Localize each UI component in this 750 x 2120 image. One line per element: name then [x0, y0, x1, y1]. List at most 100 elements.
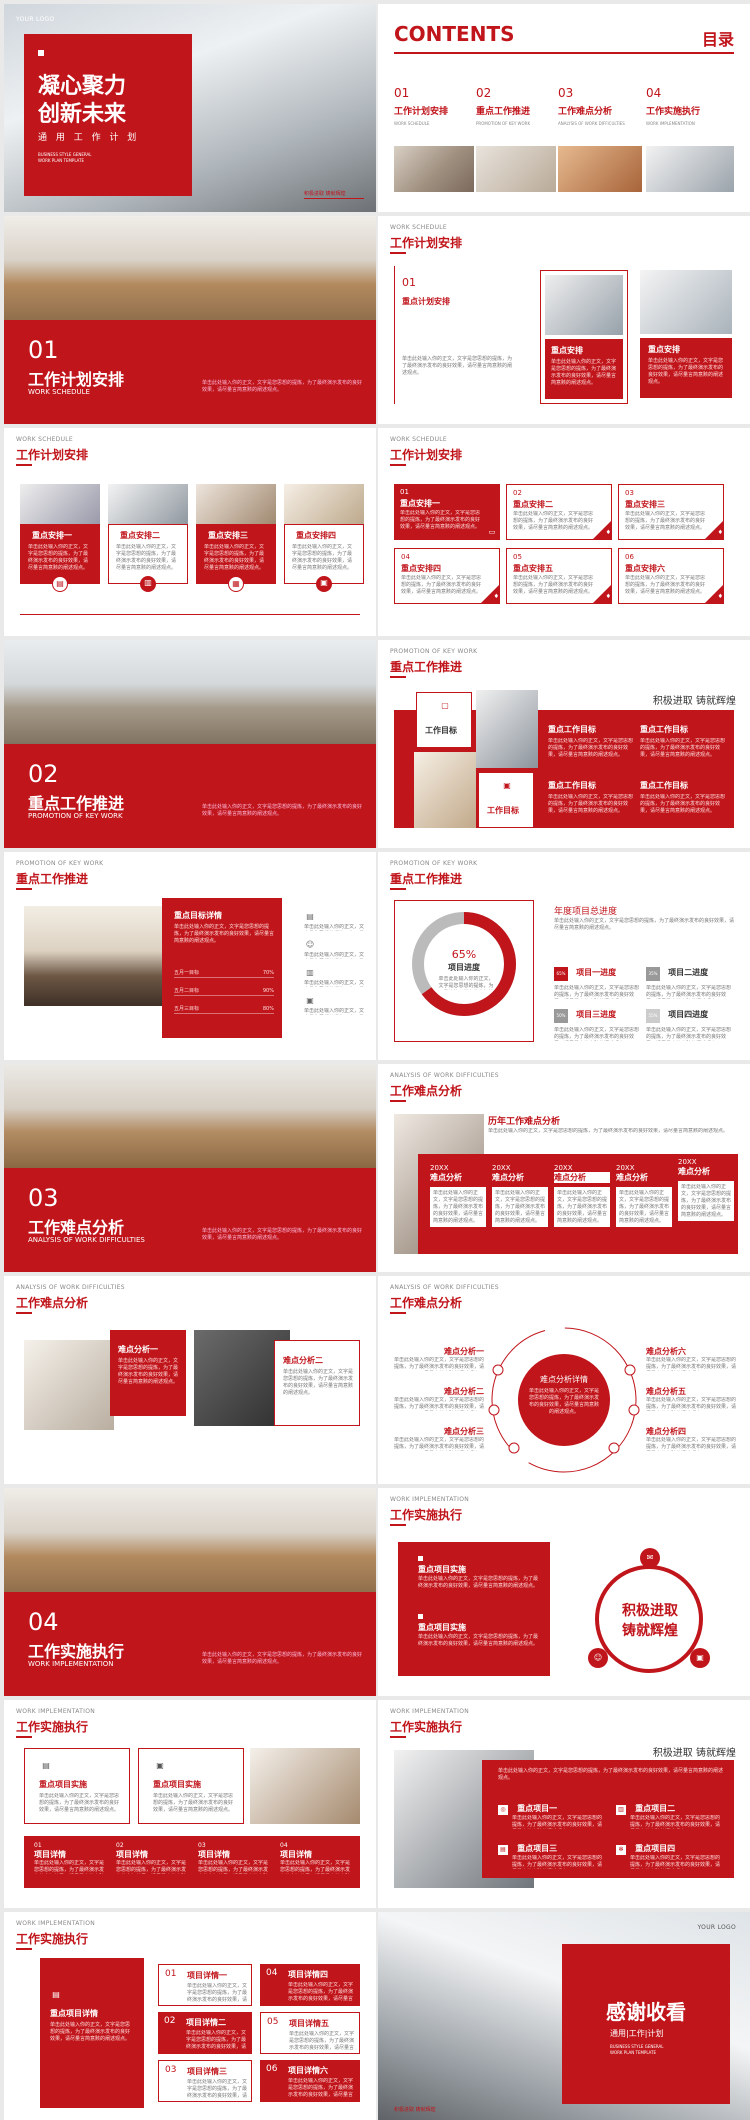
target-body: 单击此处输入你的正文，文字是您思想的提炼，为了最终演示发布的良好效果，请尽量言简… [640, 738, 726, 758]
slide-implementation-1[interactable]: WORK IMPLEMENTATION 工作实施执行 重点项目实施 单击此处输入… [378, 1488, 750, 1696]
schedule-card-4[interactable]: 重点安排四 单击此处输入你的正文，文字是您思想的提炼，为了最终演示发布的良好效果… [284, 484, 364, 594]
contents-item-4[interactable]: 04 工作实施执行 WORK IMPLEMENTATION [646, 86, 734, 126]
target-1[interactable]: 重点工作目标 单击此处输入你的正文，文字是您思想的提炼，为了最终演示发布的良好效… [548, 724, 634, 758]
slide-difficulty-2[interactable]: ANALYSIS OF WORK DIFFICULTIES 工作难点分析 难点分… [4, 1276, 376, 1484]
goal-box-2[interactable]: ▣ 工作目标 [478, 772, 534, 828]
goal-box-1[interactable]: ▢ 工作目标 [416, 692, 472, 748]
diff-body: 单击此处输入你的正文，文字是您思想的提炼，为了最终演示发布的良好效果，请尽量言简… [646, 1437, 736, 1450]
item-num: 01 [402, 276, 416, 289]
slide-key-work-3[interactable]: PROMOTION OF KEY WORK 重点工作推进 65% 项目进度 单击… [378, 852, 750, 1060]
slide-contents[interactable]: CONTENTS 目录 01 工作计划安排 WORK SCHEDULE 02 重… [378, 4, 750, 212]
slide-schedule-1[interactable]: WORK SCHEDULE 工作计划安排 01 重点计划安排 单击此处输入你的正… [378, 216, 750, 424]
target-3[interactable]: 重点工作目标 单击此处输入你的正文，文字是您思想的提炼，为了最终演示发布的良好效… [548, 780, 634, 814]
detail-item-4[interactable]: 04 项目详情四 单击此处输入你的正文，文字是您思想的提炼，为了最终演示发布的良… [260, 1964, 360, 2006]
section-slide-03[interactable]: 03 工作难点分析 ANALYSIS OF WORK DIFFICULTIES … [4, 1064, 376, 1272]
grid-num: 02 [513, 489, 522, 497]
impl-card-1[interactable]: ▤ 重点项目实施 单击此处输入你的正文，文字是您思想的提炼，为了最终演示发布的良… [24, 1748, 130, 1824]
panel-item-4[interactable]: ✻ 重点项目四 单击此处输入你的正文，文字是您思想的提炼，为了最终演示发布的良好… [616, 1836, 724, 1869]
slide-schedule-3[interactable]: WORK SCHEDULE 工作计划安排 01 重点安排一 单击此处输入你的正文… [378, 428, 750, 636]
slide-difficulty-1[interactable]: ANALYSIS OF WORK DIFFICULTIES 工作难点分析 历年工… [378, 1064, 750, 1272]
year-col-1[interactable]: 20XX 难点分析 单击此处输入你的正文，文字是您思想的提炼，为了最终演示发布的… [430, 1164, 486, 1227]
section-slide-04[interactable]: 04 工作实施执行 WORK IMPLEMENTATION 单击此处输入你的正文… [4, 1488, 376, 1696]
card-photo [640, 270, 732, 334]
impl-card-2[interactable]: ▣ 重点项目实施 单击此处输入你的正文，文字是您思想的提炼，为了最终演示发布的良… [138, 1748, 244, 1824]
grid-item-4[interactable]: 04 重点安排四 单击此处输入你的正文，文字是您思想的提炼，为了最终演示发布的良… [394, 548, 500, 604]
left-item-3[interactable]: 难点分析三 单击此处输入你的正文，文字是您思想的提炼，为了最终演示发布的良好效果… [394, 1426, 484, 1451]
grid-label: 重点安排六 [625, 564, 665, 573]
target-4[interactable]: 重点工作目标 单击此处输入你的正文，文字是您思想的提炼，为了最终演示发布的良好效… [640, 780, 726, 814]
year-col-3[interactable]: 20XX 难点分析 单击此处输入你的正文，文字是您思想的提炼，为了最终演示发布的… [554, 1164, 610, 1227]
detail-col-1[interactable]: 01 项目详情 单击此处输入你的正文，文字是您思想的提炼，为了最终演示发布的良好… [34, 1842, 108, 1874]
slide-key-work-1[interactable]: PROMOTION OF KEY WORK 重点工作推进 积极进取 铸就辉煌 ▢… [378, 640, 750, 848]
schedule-card-1[interactable]: 重点安排一 单击此处输入你的正文，文字是您思想的提炼，为了最终演示发布的良好效果… [20, 484, 100, 594]
year: 20XX [554, 1164, 573, 1172]
row-value: 80% [262, 1006, 274, 1012]
slide-implementation-2[interactable]: WORK IMPLEMENTATION 工作实施执行 ▤ 重点项目实施 单击此处… [4, 1700, 376, 1908]
left-item-2[interactable]: 难点分析二 单击此处输入你的正文，文字是您思想的提炼，为了最终演示发布的良好效果… [394, 1386, 484, 1411]
slide-title: 工作实施执行 [16, 1720, 89, 1738]
right-item-1[interactable]: 难点分析六 单击此处输入你的正文，文字是您思想的提炼，为了最终演示发布的良好效果… [646, 1346, 736, 1371]
panel-item-3[interactable]: ▤ 重点项目三 单击此处输入你的正文，文字是您思想的提炼，为了最终演示发布的良好… [498, 1836, 606, 1869]
slide-implementation-4[interactable]: WORK IMPLEMENTATION 工作实施执行 ▤ 重点项目详情 单击此处… [4, 1912, 376, 2120]
grid-item-1[interactable]: 01 重点安排一 单击此处输入你的正文，文字是您思想的提炼，为了最终演示发布的良… [394, 484, 500, 540]
detail-num: 04 [280, 1842, 288, 1849]
analysis-box-1[interactable]: 难点分析一 单击此处输入你的正文，文字是您思想的提炼，为了最终演示发布的良好效果… [110, 1330, 186, 1416]
slide-cover[interactable]: YOUR LOGO 凝心聚力 创新未来 通 用 工 作 计 划 BUSINESS… [4, 4, 376, 212]
contents-item-3[interactable]: 03 工作难点分析 ANALYSIS OF WORK DIFFICULTIES [558, 86, 642, 126]
detail-item-1[interactable]: 01 项目详情一 单击此处输入你的正文，文字是您思想的提炼，为了最终演示发布的良… [158, 1964, 252, 2006]
contents-item-2[interactable]: 02 重点工作推进 PROMOTION OF KEY WORK [476, 86, 556, 126]
grid-label: 重点安排三 [625, 500, 665, 509]
right-item-3[interactable]: 难点分析四 单击此处输入你的正文，文字是您思想的提炼，为了最终演示发布的良好效果… [646, 1426, 736, 1451]
project-3[interactable]: 50% 项目三进度 单击此处输入你的正文，文字是您思想的提炼，为了最终演示发布的… [554, 1002, 642, 1041]
left-item-1[interactable]: 难点分析一 单击此处输入你的正文，文字是您思想的提炼，为了最终演示发布的良好效果… [394, 1346, 484, 1371]
target-detail-box[interactable]: 重点目标详情 单击此处输入你的正文，文字是您思想的提炼，为了最终演示发布的良好效… [162, 898, 282, 1038]
detail-item-6[interactable]: 06 项目详情六 单击此处输入你的正文，文字是您思想的提炼，为了最终演示发布的良… [260, 2060, 360, 2102]
grid-body: 单击此处输入你的正文，文字是您思想的提炼，为了最终演示发布的良好效果，请尽量言简… [625, 575, 705, 595]
year-col-2[interactable]: 20XX 难点分析 单击此处输入你的正文，文字是您思想的提炼，为了最终演示发布的… [492, 1164, 548, 1227]
card-label: 重点安排 [648, 345, 680, 354]
year-col-4[interactable]: 20XX 难点分析 单击此处输入你的正文，文字是您思想的提炼，为了最终演示发布的… [616, 1164, 672, 1227]
slide-schedule-2[interactable]: WORK SCHEDULE 工作计划安排 重点安排一 单击此处输入你的正文，文字… [4, 428, 376, 636]
detail-col-3[interactable]: 03 项目详情 单击此处输入你的正文，文字是您思想的提炼，为了最终演示发布的良好… [198, 1842, 272, 1874]
analysis-box-2[interactable]: 难点分析二 单击此处输入你的正文，文字是您思想的提炼，为了最终演示发布的良好效果… [274, 1340, 360, 1426]
detail-item-5[interactable]: 05 项目详情五 单击此处输入你的正文，文字是您思想的提炼，为了最终演示发布的良… [260, 2012, 360, 2054]
slide-implementation-3[interactable]: WORK IMPLEMENTATION 工作实施执行 积极进取 铸就辉煌 单击此… [378, 1700, 750, 1908]
year-card: 单击此处输入你的正文，文字是您思想的提炼，为了最终演示发布的良好效果，请尽量言简… [678, 1181, 734, 1221]
section-slide-02[interactable]: 02 重点工作推进 PROMOTION OF KEY WORK 单击此处输入你的… [4, 640, 376, 848]
impl-box[interactable]: 重点项目实施 单击此处输入你的正文，文字是您思想的提炼，为了最终演示发布的良好效… [398, 1542, 550, 1676]
grid-item-6[interactable]: 06 重点安排六 单击此处输入你的正文，文字是您思想的提炼，为了最终演示发布的良… [618, 548, 724, 604]
detail-row-3: 五月三目标 80% [174, 1006, 274, 1014]
project-2[interactable]: 35% 项目二进度 单击此处输入你的正文，文字是您思想的提炼，为了最终演示发布的… [646, 960, 734, 999]
slide-thanks[interactable]: YOUR LOGO 感谢收看 通用|工作|计划 BUSINESS STYLE G… [378, 1912, 750, 2120]
project-4[interactable]: 55% 项目四进度 单击此处输入你的正文，文字是您思想的提炼，为了最终演示发布的… [646, 1002, 734, 1041]
card-2[interactable]: 重点安排 单击此处输入你的正文，文字是您思想的提炼，为了最终演示发布的良好效果，… [636, 270, 736, 404]
schedule-card-3[interactable]: 重点安排三 单击此处输入你的正文，文字是您思想的提炼，为了最终演示发布的良好效果… [196, 484, 276, 594]
thanks-en-1: BUSINESS STYLE GENERAL [610, 2044, 664, 2049]
slide-key-work-2[interactable]: PROMOTION OF KEY WORK 重点工作推进 重点目标详情 单击此处… [4, 852, 376, 1060]
panel-item-2[interactable]: ▥ 重点项目二 单击此处输入你的正文，文字是您思想的提炼，为了最终演示发布的良好… [616, 1796, 724, 1829]
project-detail-box[interactable]: ▤ 重点项目详情 单击此处输入你的正文，文字是您思想的提炼，为了最终演示发布的良… [40, 1958, 144, 2108]
section-slide-01[interactable]: 01 工作计划安排 WORK SCHEDULE 单击此处输入你的正文，文字是您思… [4, 216, 376, 424]
grid-item-3[interactable]: 03 重点安排三 单击此处输入你的正文，文字是您思想的提炼，为了最终演示发布的良… [618, 484, 724, 540]
project-1[interactable]: 65% 项目一进度 单击此处输入你的正文，文字是您思想的提炼，为了最终演示发布的… [554, 960, 642, 999]
detail-col-4[interactable]: 04 项目详情 单击此处输入你的正文，文字是您思想的提炼，为了最终演示发布的良好… [280, 1842, 354, 1874]
schedule-card-2[interactable]: 重点安排二 单击此处输入你的正文，文字是您思想的提炼，为了最终演示发布的良好效果… [108, 484, 188, 594]
contents-item-1[interactable]: 01 工作计划安排 WORK SCHEDULE [394, 86, 474, 126]
detail-col-2[interactable]: 02 项目详情 单击此处输入你的正文，文字是您思想的提炼，为了最终演示发布的良好… [116, 1842, 190, 1874]
detail-item-3[interactable]: 03 项目详情三 单击此处输入你的正文，文字是您思想的提炼，为了最终演示发布的良… [158, 2060, 252, 2102]
slide-title: 工作计划安排 [390, 448, 463, 466]
target-2[interactable]: 重点工作目标 单击此处输入你的正文，文字是您思想的提炼，为了最终演示发布的良好效… [640, 724, 726, 758]
card-1[interactable]: 重点安排 单击此处输入你的正文，文字是您思想的提炼，为了最终演示发布的良好效果，… [540, 270, 628, 404]
grid-item-5[interactable]: 05 重点安排五 单击此处输入你的正文，文字是您思想的提炼，为了最终演示发布的良… [506, 548, 612, 604]
year: 20XX [616, 1164, 635, 1172]
panel-item-1[interactable]: ◎ 重点项目一 单击此处输入你的正文，文字是您思想的提炼，为了最终演示发布的良好… [498, 1796, 606, 1829]
right-item-2[interactable]: 难点分析五 单击此处输入你的正文，文字是您思想的提炼，为了最终演示发布的良好效果… [646, 1386, 736, 1411]
slide-tag: PROMOTION OF KEY WORK [390, 648, 478, 655]
year-col-5[interactable]: 20XX 难点分析 单击此处输入你的正文，文字是您思想的提炼，为了最终演示发布的… [678, 1158, 734, 1221]
impl-body: 单击此处输入你的正文，文字是您思想的提炼，为了最终演示发布的良好效果，请尽量言简… [39, 1793, 120, 1813]
slide-difficulty-3[interactable]: ANALYSIS OF WORK DIFFICULTIES 工作难点分析 难点分… [378, 1276, 750, 1484]
office-photo [4, 1064, 376, 1174]
detail-row-1: 五月一目标 70% [174, 970, 274, 978]
detail-item-2[interactable]: 02 项目详情二 单击此处输入你的正文，文字是您思想的提炼，为了最终演示发布的良… [158, 2012, 252, 2054]
grid-item-2[interactable]: 02 重点安排二 单击此处输入你的正文，文字是您思想的提炼，为了最终演示发布的良… [506, 484, 612, 540]
